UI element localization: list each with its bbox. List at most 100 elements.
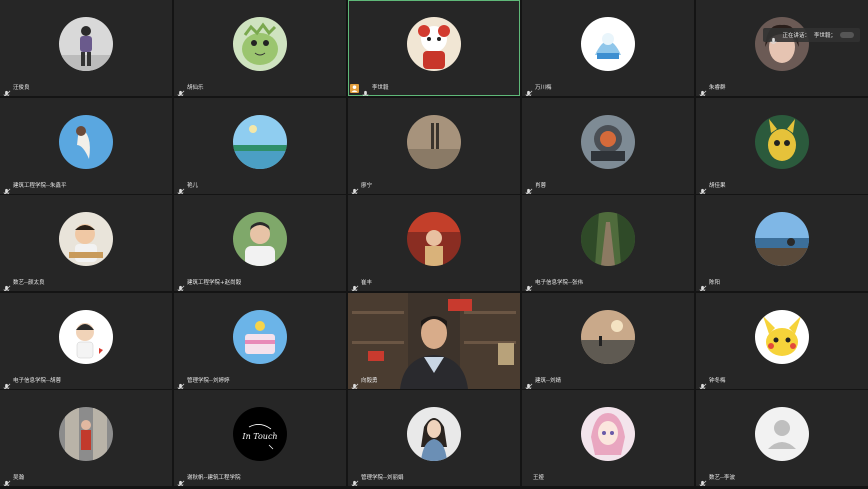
avatar [581,212,635,266]
participant-name: 电子信息学院--胡蓉 [13,377,61,384]
expand-icon[interactable] [840,32,854,38]
avatar [233,212,287,266]
mic-icon [350,474,359,486]
participant-tile[interactable]: 数艺--颜太良 [0,195,172,291]
mic-icon [176,182,185,194]
avatar [581,17,635,71]
avatar [233,309,287,364]
avatar [407,17,461,71]
participant-tile[interactable]: 管理学院--刘丽娟 [348,390,520,486]
avatar [755,407,809,461]
mic-icon [524,84,533,96]
avatar [581,309,635,364]
participant-tile[interactable]: 王娅 [522,390,694,486]
mic-icon [176,377,185,389]
mic-icon [524,279,533,291]
participant-name: 数艺--颜太良 [13,280,45,286]
speaking-indicator: 正在讲话： 李世毅； [763,28,860,44]
participant-tile[interactable]: 建筑工程学院--朱鑫平 [0,97,172,194]
participant-tile[interactable]: 胡佳果 [696,97,868,194]
participant-tile[interactable]: 廖宁 [348,97,520,194]
avatar [59,114,113,169]
participant-tile[interactable]: 汪俊良 [0,0,172,96]
participant-name: 建筑工程学院+赵尚毅 [187,280,242,286]
mic-icon [350,377,359,389]
participant-tile[interactable]: 管理学院--刘婷婷 [174,292,346,389]
participant-tile[interactable]: 吴瀚 [0,390,172,486]
participant-name: 王娅 [533,475,545,481]
speaking-label: 正在讲话： [782,33,810,39]
participant-name: 管理学院--刘丽娟 [361,475,404,481]
avatar [407,212,461,266]
mic-icon [698,377,707,389]
mic-icon [2,279,11,291]
participant-tile[interactable]: 崔丰 [348,195,520,291]
speaking-name: 李世毅； [813,33,836,39]
avatar-logo-text: In Touch [241,432,277,441]
avatar [233,114,287,169]
participant-name: 钟冬梅 [709,377,726,384]
mic-icon [2,377,11,389]
avatar [233,17,287,71]
participant-name: 崔丰 [361,280,373,286]
avatar [755,309,809,364]
mic-icon [698,182,707,194]
participant-name: 谢秋帆--建筑工程学院 [187,475,241,481]
avatar: In Touch [233,407,287,461]
avatar [581,407,635,461]
participant-name: 肖蓉 [535,182,547,189]
mic-icon [350,279,359,291]
video-grid: 汪俊良 胡仙乐 李世毅 万川梅 正在讲话： 李世毅； 朱睿群 建筑工程学院--朱… [0,0,868,489]
participant-tile[interactable]: 数艺--李波 [696,390,868,486]
mic-icon [176,474,185,486]
camera-feed [348,292,520,389]
participant-name: 朱睿群 [709,85,726,91]
avatar [59,17,113,71]
participant-name: 建筑--刘婧 [535,377,561,384]
participant-name: 胡佳果 [709,182,726,189]
avatar [755,17,809,71]
participant-tile[interactable]: 建筑--刘婧 [522,292,694,389]
host-icon [350,84,359,93]
participant-tile[interactable]: 正在讲话： 李世毅； 朱睿群 [696,0,868,96]
participant-name: 向毅勇 [361,377,378,384]
participant-tile[interactable]: 电子信息学院--胡蓉 [0,292,172,389]
avatar [755,114,809,169]
avatar [407,114,461,169]
participant-tile[interactable]: 艳儿 [174,97,346,194]
mic-icon [698,84,707,96]
avatar [407,407,461,461]
participant-tile[interactable]: 胡仙乐 [174,0,346,96]
participant-name: 数艺--李波 [709,475,735,481]
participant-tile[interactable]: 建筑工程学院+赵尚毅 [174,195,346,291]
participant-name: 李世毅 [372,85,389,91]
participant-tile[interactable]: 电子信息学院--张伟 [522,195,694,291]
participant-name: 陈阳 [709,280,721,286]
mic-icon [524,377,533,389]
avatar [59,309,113,364]
mic-icon [2,84,11,96]
participant-name: 建筑工程学院--朱鑫平 [13,182,67,189]
avatar [59,407,113,461]
participant-tile[interactable]: In Touch 谢秋帆--建筑工程学院 [174,390,346,486]
avatar [581,114,635,169]
mic-icon [361,84,370,96]
speaker-icon [769,31,778,44]
participant-name: 汪俊良 [13,85,30,91]
avatar [59,212,113,266]
participant-tile[interactable]: 陈阳 [696,195,868,291]
mic-icon [2,474,11,486]
participant-tile[interactable]: 钟冬梅 [696,292,868,389]
participant-name: 万川梅 [535,85,552,91]
participant-name: 胡仙乐 [187,85,204,91]
mic-icon [524,182,533,194]
participant-tile[interactable]: 万川梅 [522,0,694,96]
participant-name: 吴瀚 [13,475,25,481]
participant-video-tile[interactable]: 向毅勇 [348,292,520,389]
participant-tile[interactable]: 肖蓉 [522,97,694,194]
participant-tile-active[interactable]: 李世毅 [348,0,520,96]
mic-icon [176,84,185,96]
mic-icon [2,182,11,194]
participant-name: 管理学院--刘婷婷 [187,377,230,384]
participant-name: 艳儿 [187,182,199,189]
